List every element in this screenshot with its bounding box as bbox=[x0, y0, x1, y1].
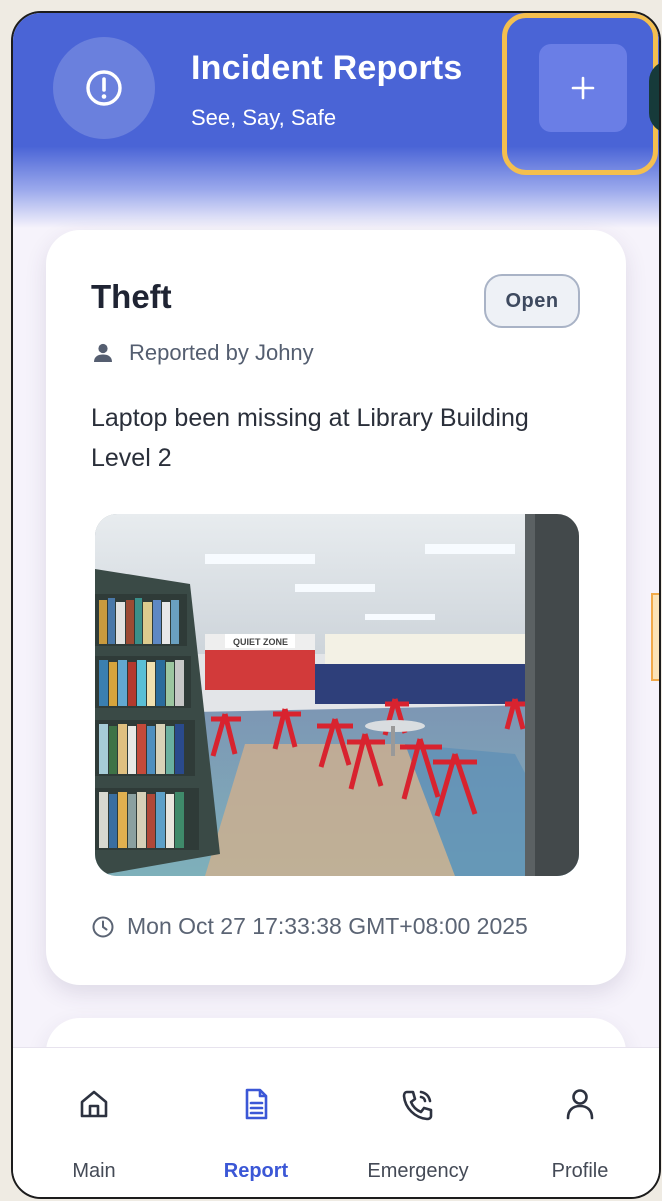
floating-edge-element bbox=[649, 61, 659, 133]
nav-label-emergency: Emergency bbox=[367, 1160, 469, 1182]
nav-item-report[interactable]: Report bbox=[175, 1048, 337, 1197]
nav-item-main[interactable]: Main bbox=[13, 1048, 175, 1197]
photo-sign-text: QUIET ZONE bbox=[233, 637, 288, 647]
nav-item-emergency[interactable]: Emergency bbox=[337, 1048, 499, 1197]
alert-circle-icon bbox=[86, 70, 122, 106]
phone-frame: Incident Reports See, Say, Safe Theft Op… bbox=[11, 11, 661, 1199]
timestamp-label: Mon Oct 27 17:33:38 GMT+08:00 2025 bbox=[127, 913, 528, 939]
document-icon bbox=[245, 1088, 268, 1120]
nav-label-main: Main bbox=[72, 1160, 116, 1182]
page-title: Incident Reports bbox=[191, 49, 463, 87]
bottom-nav: Main Report Emergency Profile bbox=[13, 1047, 659, 1197]
nav-item-profile[interactable]: Profile bbox=[499, 1048, 659, 1197]
incident-card[interactable]: Theft Open Reported by Johny Laptop been… bbox=[46, 230, 626, 985]
nav-label-report: Report bbox=[223, 1160, 289, 1182]
user-icon bbox=[566, 1089, 594, 1120]
header: Incident Reports See, Say, Safe bbox=[13, 13, 659, 228]
plus-icon bbox=[571, 76, 595, 100]
library-photo-illustration: QUIET ZONE bbox=[95, 514, 579, 876]
timestamp-row: Mon Oct 27 17:33:38 GMT+08:00 2025 bbox=[91, 913, 528, 940]
reporter-label: Reported by Johny bbox=[129, 340, 314, 365]
side-handle[interactable] bbox=[651, 593, 659, 681]
status-badge: Open bbox=[484, 274, 580, 328]
page-subtitle: See, Say, Safe bbox=[191, 105, 337, 130]
incident-photo[interactable]: QUIET ZONE bbox=[95, 514, 579, 876]
clock-icon bbox=[92, 916, 114, 937]
nav-label-profile: Profile bbox=[551, 1160, 609, 1182]
home-icon bbox=[80, 1090, 108, 1118]
incident-description: Laptop been missing at Library Building … bbox=[91, 404, 529, 472]
reporter-row: Reported by Johny bbox=[91, 340, 314, 366]
phone-call-icon bbox=[402, 1090, 433, 1121]
person-icon bbox=[94, 343, 112, 362]
incident-title: Theft bbox=[91, 278, 172, 315]
add-report-button[interactable] bbox=[539, 44, 627, 132]
alert-badge bbox=[53, 37, 155, 139]
